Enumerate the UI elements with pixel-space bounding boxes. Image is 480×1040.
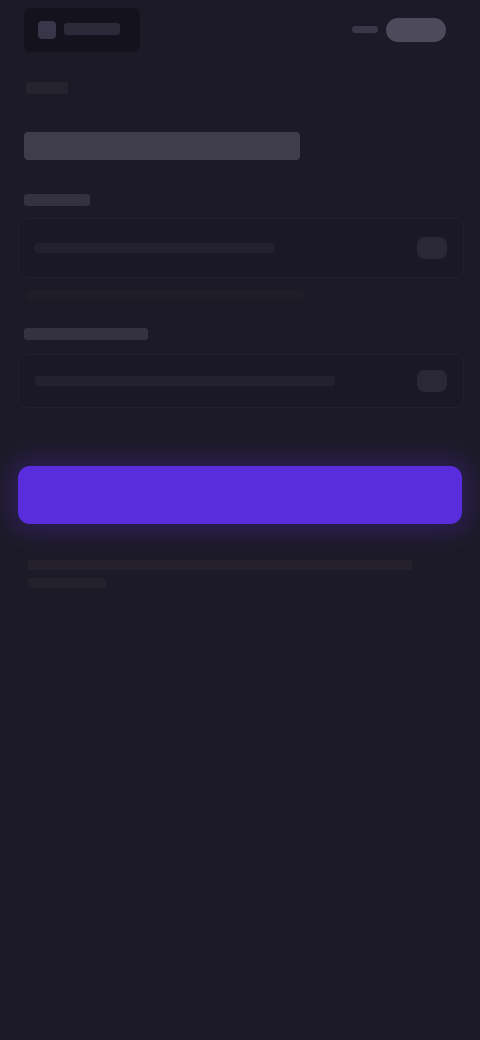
app-logo-icon — [38, 21, 56, 39]
app-logo[interactable] — [24, 8, 140, 52]
app-logo-wordmark — [64, 23, 120, 35]
second-input-field[interactable] — [18, 354, 464, 408]
second-input-value — [35, 376, 335, 386]
page-title — [24, 132, 300, 160]
submit-button[interactable] — [18, 466, 462, 524]
field-action-icon[interactable] — [417, 237, 447, 259]
screen — [0, 0, 480, 1040]
footer-text — [28, 560, 412, 570]
first-input-value — [35, 243, 275, 253]
second-field-label — [24, 328, 148, 340]
header-button[interactable] — [386, 18, 446, 42]
footer-link[interactable] — [28, 578, 106, 588]
header-link[interactable] — [352, 26, 378, 33]
back-link[interactable] — [26, 82, 68, 94]
field-action-icon[interactable] — [417, 370, 447, 392]
first-input-field[interactable] — [18, 218, 464, 278]
first-field-helper-text — [26, 290, 304, 300]
top-bar — [0, 0, 480, 64]
first-field-label — [24, 194, 90, 206]
